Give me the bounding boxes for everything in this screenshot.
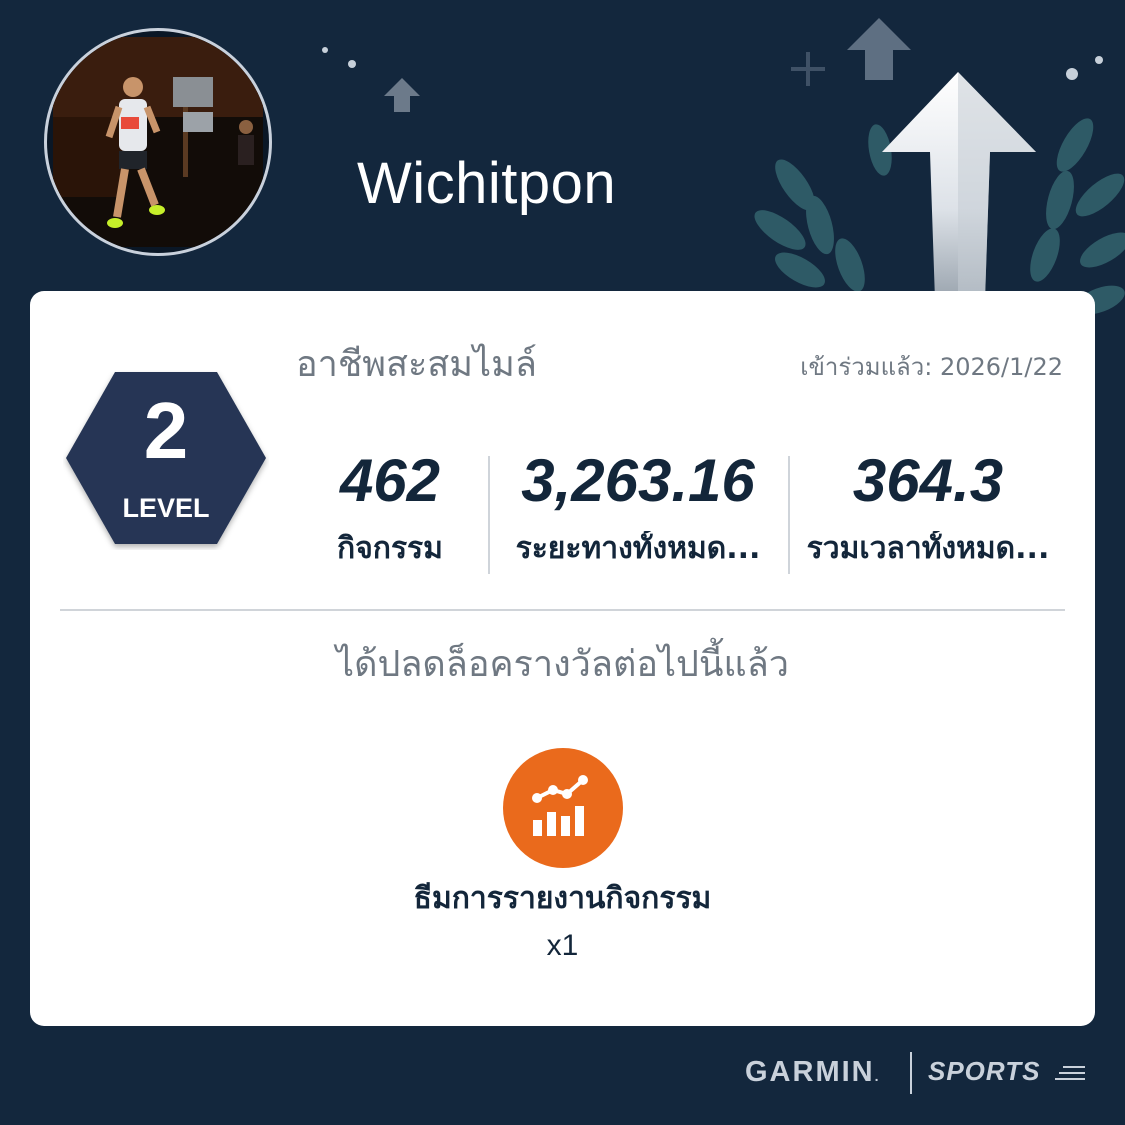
rewards-heading: ได้ปลดล็อครางวัลต่อไปนี้แล้ว (336, 644, 789, 685)
stat-value: 462 (339, 447, 441, 514)
runner-photo (53, 37, 263, 247)
level-word: LEVEL (122, 493, 210, 523)
joined-date: เข้าร่วมแล้ว: 2026/1/22 (800, 353, 1063, 381)
stat-label: กิจกรรม (337, 531, 443, 566)
level-title: อาชีพสะสมไมล์ (296, 344, 537, 385)
stat-divider (488, 456, 490, 574)
level-number: 2 (143, 386, 189, 475)
stat-divider (788, 456, 790, 574)
activity-report-chart-icon[interactable] (503, 748, 623, 868)
small-arrow-icon (384, 78, 420, 112)
medium-arrow-icon (847, 18, 911, 80)
level-card: 2 LEVEL อาชีพสะสมไมล์ เข้าร่วมแล้ว: 2026… (30, 291, 1095, 1026)
reward-name: ธีมการรายงานกิจกรรม (413, 881, 712, 916)
reward-count: x1 (546, 929, 579, 962)
garmin-logo: GARMIN. (745, 1056, 881, 1088)
stat-total-time: 364.3 รวมเวลาทั้งหมด... (792, 451, 1064, 567)
stat-value: 3,263.16 (521, 447, 755, 514)
stat-value: 364.3 (852, 447, 1004, 514)
divider (60, 609, 1065, 611)
big-up-arrow-icon (882, 72, 1036, 300)
sports-logo-lines (1055, 1066, 1085, 1080)
avatar[interactable] (44, 28, 272, 256)
footer-separator (910, 1052, 912, 1094)
plus-icon (791, 52, 825, 86)
stat-label: ระยะทางทั้งหมด... (515, 531, 761, 566)
stat-distance: 3,263.16 ระยะทางทั้งหมด... (498, 451, 778, 567)
stat-label: รวมเวลาทั้งหมด... (806, 531, 1050, 566)
username: Wichitpon (357, 151, 617, 216)
sports-logo: SPORTS (928, 1056, 1041, 1086)
stat-activities: 462 กิจกรรม (320, 451, 460, 567)
